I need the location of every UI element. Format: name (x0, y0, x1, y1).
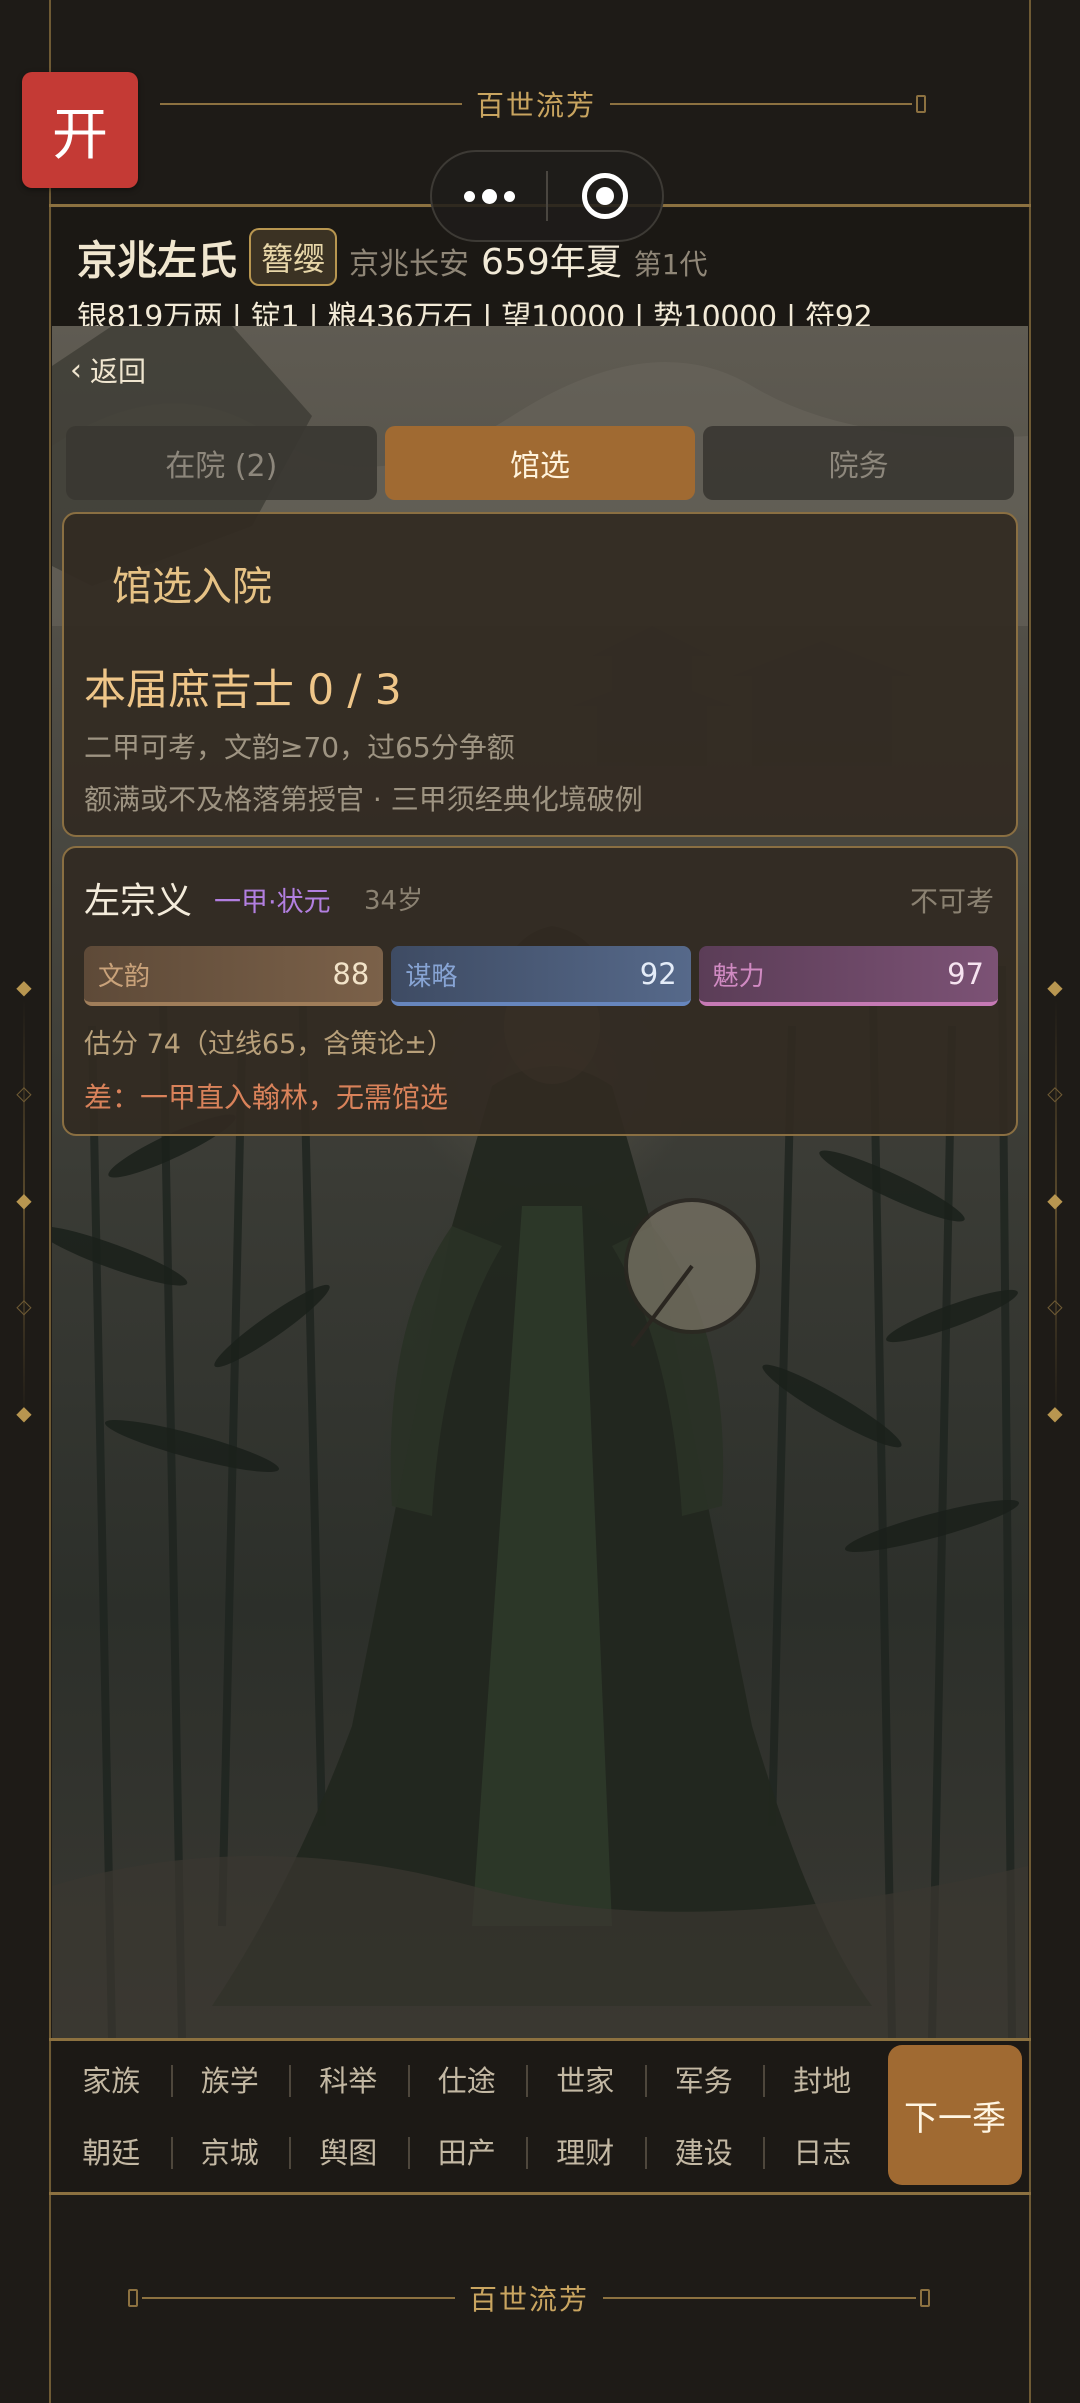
bottom-banner: 百世流芳 (124, 2276, 934, 2320)
tab-selection[interactable]: 馆选 (384, 426, 696, 500)
panel-title: 馆选入院 (112, 564, 272, 610)
stat-value: 88 (332, 957, 370, 991)
top-banner: 百世流芳 (160, 82, 930, 126)
more-menu-button[interactable] (432, 152, 546, 240)
stat-value: 97 (947, 957, 984, 991)
stat-charisma: 魅力 97 (698, 946, 998, 1006)
banner-title: 百世流芳 (469, 2283, 590, 2316)
nav-item-court[interactable]: 朝廷 (52, 2131, 171, 2175)
stat-value: 92 (639, 957, 677, 991)
diamond-icon: ◆ (16, 1188, 32, 1212)
tab-in-academy[interactable]: 在院 (2) (66, 426, 377, 500)
diamond-outline-icon: ◇ (1047, 1081, 1063, 1105)
miniprogram-capsule (430, 150, 664, 242)
diamond-icon: ◆ (16, 1401, 32, 1425)
candidate-eligibility-status: 不可考 (909, 885, 994, 918)
selection-rule-text: 额满或不及格落第授官 · 三甲须经典化境破例 (84, 783, 643, 816)
target-circle-icon (582, 173, 628, 219)
nav-item-career[interactable]: 仕途 (407, 2059, 527, 2103)
nav-item-log[interactable]: 日志 (763, 2131, 882, 2175)
nav-row-1: 家族 族学 科举 仕途 世家 军务 封地 (52, 2059, 882, 2103)
banner-cap-icon (920, 2289, 931, 2307)
stat-label: 谋略 (405, 961, 458, 992)
candidate-name: 左宗义 (84, 881, 193, 922)
clan-name: 京兆左氏 (77, 238, 237, 284)
diamond-icon: ◆ (1047, 1401, 1063, 1425)
diamond-outline-icon: ◇ (1047, 1294, 1063, 1318)
stat-label: 文韵 (98, 961, 151, 992)
tab-affairs[interactable]: 院务 (703, 426, 1015, 500)
nav-row-2: 朝廷 京城 舆图 田产 理财 建设 日志 (52, 2131, 882, 2175)
clan-rank-badge: 簪缨 (249, 228, 338, 286)
nav-item-military[interactable]: 军务 (644, 2059, 764, 2103)
banner-cap-icon (128, 2289, 138, 2307)
nav-item-farmland[interactable]: 田产 (407, 2131, 527, 2175)
candidate-age: 34岁 (364, 886, 424, 916)
chevron-left-icon: ‹ (70, 352, 82, 388)
academy-tabs: 在院 (2) 馆选 院务 (66, 426, 1015, 500)
selection-info-panel: 馆选入院 本届庶吉士 0 / 3 二甲可考，文韵≥70，过65分争额 额满或不及… (62, 512, 1018, 837)
back-label: 返回 (90, 355, 147, 388)
banner-cap-icon (916, 95, 927, 113)
frame-left-border (49, 0, 51, 2403)
stat-strategy: 谋略 92 (391, 946, 691, 1006)
open-button[interactable]: 开 (22, 72, 138, 188)
more-dots-icon (463, 188, 515, 204)
clan-location: 京兆长安 (349, 247, 470, 282)
candidate-card[interactable]: 左宗义 一甲·状元 34岁 不可考 文韵 88 谋略 92 魅力 97 估分 7… (62, 846, 1018, 1136)
close-miniprogram-button[interactable] (548, 152, 662, 240)
candidate-exam-rank: 一甲·状元 (214, 887, 331, 918)
nav-item-noble-houses[interactable]: 世家 (526, 2059, 645, 2103)
frame-right-border (1029, 0, 1031, 2403)
nav-item-exam[interactable]: 科举 (289, 2059, 408, 2103)
diamond-icon: ◆ (16, 975, 32, 999)
nav-item-fief[interactable]: 封地 (763, 2059, 882, 2103)
back-button[interactable]: ‹ 返回 (70, 350, 146, 390)
next-season-button[interactable]: 下一季 (888, 2045, 1022, 2185)
stat-literary: 文韵 88 (84, 946, 384, 1006)
nav-item-capital[interactable]: 京城 (170, 2131, 290, 2175)
candidate-stats: 文韵 88 谋略 92 魅力 97 (84, 946, 998, 1006)
estimated-score: 估分 74（过线65，含策论±） (84, 1029, 454, 1060)
score-difference-note: 差：一甲直入翰林，无需馆选 (84, 1081, 449, 1114)
nav-divider (49, 2192, 1031, 2195)
diamond-icon: ◆ (1047, 975, 1063, 999)
diamond-outline-icon: ◇ (16, 1081, 32, 1105)
banner-title: 百世流芳 (476, 89, 597, 122)
generation-label: 第1代 (633, 248, 708, 281)
diamond-outline-icon: ◇ (16, 1294, 32, 1318)
stat-label: 魅力 (712, 961, 765, 992)
nav-item-finance[interactable]: 理财 (526, 2131, 645, 2175)
nav-item-clan-school[interactable]: 族学 (170, 2059, 290, 2103)
diamond-icon: ◆ (1047, 1188, 1063, 1212)
nav-item-family[interactable]: 家族 (52, 2059, 171, 2103)
scholar-quota-count: 本届庶吉士 0 / 3 (84, 665, 402, 714)
selection-rule-text: 二甲可考，文韵≥70，过65分争额 (84, 731, 515, 764)
bottom-navigation: 家族 族学 科举 仕途 世家 军务 封地 朝廷 京城 舆图 田产 理财 建设 日… (52, 2041, 1028, 2192)
nav-item-construction[interactable]: 建设 (644, 2131, 764, 2175)
nav-item-map[interactable]: 舆图 (289, 2131, 408, 2175)
